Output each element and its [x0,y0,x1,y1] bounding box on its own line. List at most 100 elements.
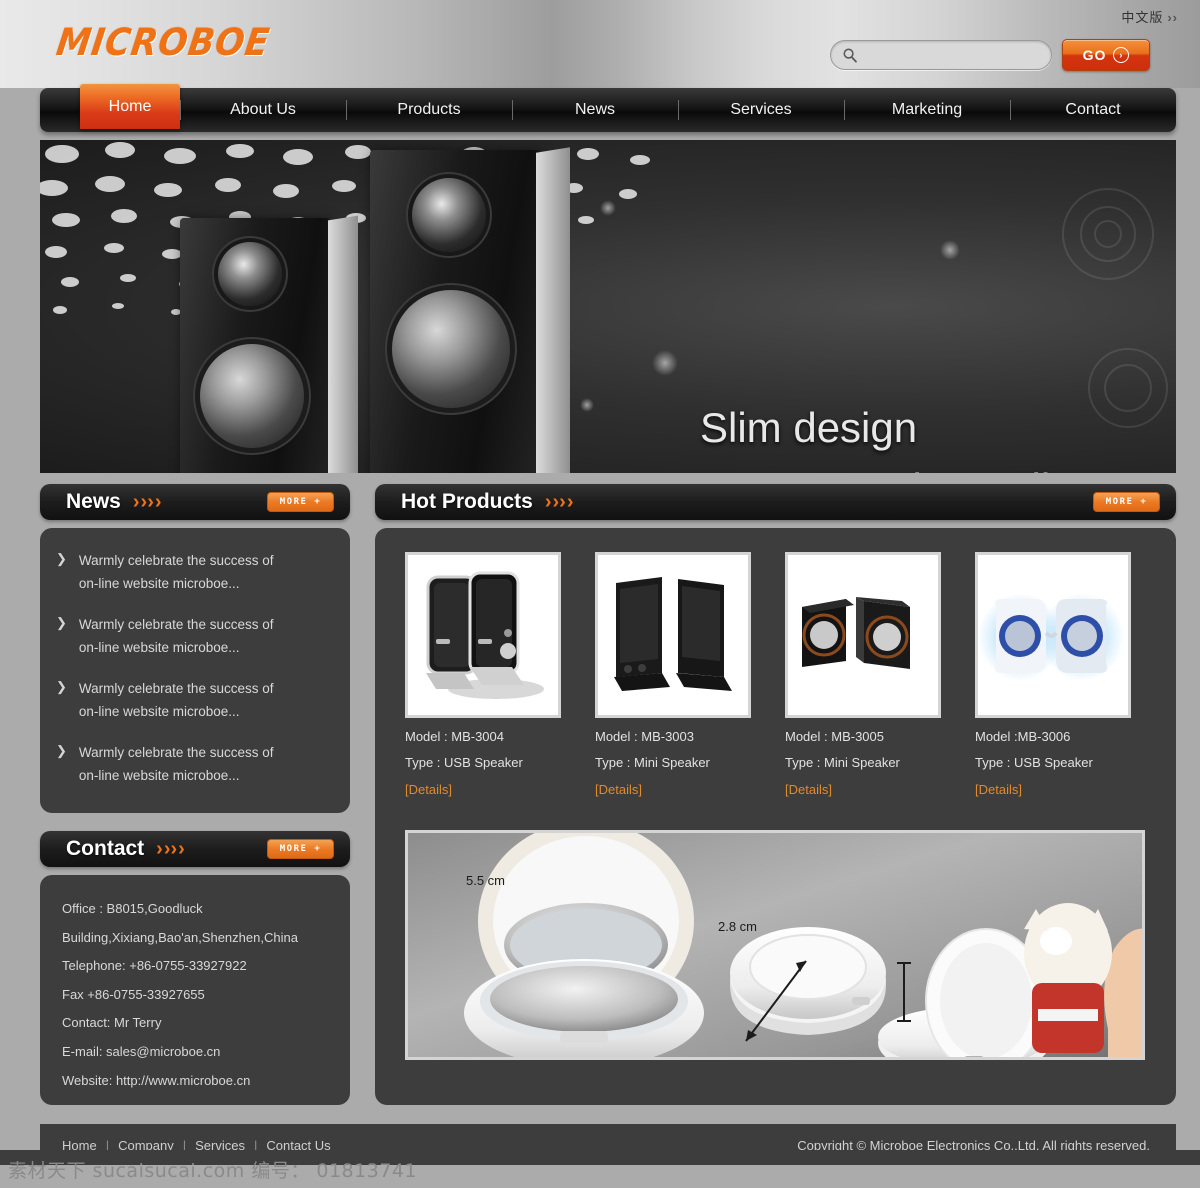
news-list: ❯ Warmly celebrate the success of on-line… [40,528,350,788]
hot-products-section-header: Hot Products › ›› › MORE + [375,484,1176,520]
banner-ring-3 [1094,220,1122,248]
nav-item-news[interactable]: News [512,88,678,132]
black-slim-speaker-pair-image [426,571,544,699]
arrow-right-icon: › [1113,47,1130,63]
news-item-text: Warmly celebrate the success of on-line w… [78,616,274,655]
language-switch-link[interactable]: 中文版 ›› [1121,7,1178,26]
promo-banner-image[interactable]: 5.5 cm 2.8 cm [405,830,1145,1060]
contact-title: Contact [66,837,145,860]
nav-item-home[interactable]: Home [80,84,180,129]
news-more-button[interactable]: MORE + [267,492,334,512]
banner-glow-3 [580,398,594,412]
contact-info-list: Office : B8015,Goodluck Building,Xixiang… [40,875,350,1115]
language-label: 中文版 [1121,10,1164,25]
hot-products-panel: Model : MB-3004 Type : USB Speaker [Deta… [375,528,1176,1105]
nav-item-marketing[interactable]: Marketing [844,88,1010,132]
nav-item-products[interactable]: Products [346,88,512,132]
product-thumbnail[interactable] [785,552,941,718]
product-type: Type : USB Speaker [975,755,1093,770]
site-logo[interactable]: MICROBOE [54,21,273,65]
news-item-text: Warmly celebrate the success of on-line w… [78,680,274,719]
product-card[interactable]: Model : MB-3004 Type : USB Speaker [Deta… [405,552,561,799]
product-grid: Model : MB-3004 Type : USB Speaker [Deta… [375,528,1176,799]
wave-arrows-icon: › ›› › [544,491,574,513]
top-bar: MICROBOE 中文版 ›› GO › [0,0,1200,88]
product-type: Type : Mini Speaker [785,755,900,770]
stock-site-watermark: 素材天下 sucaisucai.com 编号： 01813741 [0,1150,1200,1188]
news-title: News [66,490,121,513]
contact-more-button[interactable]: MORE + [267,839,334,859]
contact-panel: Office : B8015,Goodluck Building,Xixiang… [40,875,350,1105]
banner-glow-4 [940,240,960,260]
nav-item-contact[interactable]: Contact [1010,88,1176,132]
contact-section-header: Contact › ›› › MORE + [40,831,350,867]
chevron-right-icon: ›› [1167,10,1178,25]
go-label: GO [1082,47,1107,63]
product-thumbnail[interactable] [405,552,561,718]
banner-speaker-rear [370,147,570,473]
nav-item-about-us[interactable]: About Us [180,88,346,132]
white-blue-led-speaker-pair-image [978,593,1124,681]
news-section-header: News › ›› › MORE + [40,484,350,520]
contact-email[interactable]: E-mail: sales@microboe.cn [62,1038,328,1067]
search-icon [842,47,858,63]
search-input[interactable] [858,48,1051,62]
black-cube-speaker-pair-image [802,597,910,669]
chevron-right-icon: ❯ [56,551,67,566]
banner-ring-5 [1104,364,1152,412]
product-type: Type : USB Speaker [405,755,523,770]
product-model: Model : MB-3004 [405,729,504,744]
product-model: Model : MB-3005 [785,729,884,744]
news-list-item[interactable]: ❯ Warmly celebrate the success of on-line… [56,742,334,788]
product-card[interactable]: Model : MB-3003 Type : Mini Speaker [Det… [595,552,751,799]
product-type: Type : Mini Speaker [595,755,710,770]
product-thumbnail[interactable] [975,552,1131,718]
product-thumbnail[interactable] [595,552,751,718]
contact-telephone: Telephone: +86-0755-33927922 [62,958,247,974]
black-flat-panel-speaker-pair-image [614,577,732,691]
banner-headline-line1: Slim design [700,404,918,451]
page-root: MICROBOE 中文版 ›› GO › Home About Us Produc… [0,0,1200,1188]
news-panel: ❯ Warmly celebrate the success of on-line… [40,528,350,813]
search-go-button[interactable]: GO › [1062,39,1150,71]
round-compact-white-speaker-photos-image [408,833,1142,1057]
promo-width-dimension-label: 5.5 cm [466,873,506,888]
banner-speaker-front [180,215,358,473]
product-details-link[interactable]: [Details] [595,782,642,797]
wave-arrows-icon: › ›› › [132,491,162,513]
product-card[interactable]: Model :MB-3006 Type : USB Speaker [Detai… [975,552,1131,799]
search-box[interactable] [830,40,1052,70]
contact-website[interactable]: Website: http://www.microboe.cn [62,1067,328,1096]
banner-headline-line2: super-popular audio [700,459,1074,473]
product-card[interactable]: Model : MB-3005 Type : Mini Speaker [Det… [785,552,941,799]
news-list-item[interactable]: ❯ Warmly celebrate the success of on-line… [56,550,334,596]
news-list-item[interactable]: ❯ Warmly celebrate the success of on-line… [56,614,334,660]
hero-banner[interactable]: Slim design super-popular audio [40,140,1176,473]
nav-item-services[interactable]: Services [678,88,844,132]
chevron-right-icon: ❯ [56,678,67,694]
main-navigation: Home About Us Products News Services Mar… [40,84,1176,132]
hot-products-more-button[interactable]: MORE + [1093,492,1160,512]
contact-office-line2: Building,Xixiang,Bao'an,Shenzhen,China [62,929,298,945]
product-details-link[interactable]: [Details] [785,782,832,797]
news-item-text: Warmly celebrate the success of on-line w… [78,744,274,783]
chevron-right-icon: ❯ [56,742,67,758]
banner-glow-1 [600,200,616,216]
product-model: Model : MB-3003 [595,729,694,744]
contact-office-line1: Office : B8015,Goodluck [62,901,203,916]
hot-products-title: Hot Products [401,490,533,513]
chevron-right-icon: ❯ [56,614,67,630]
banner-headline: Slim design super-popular audio [700,398,1074,473]
promo-height-dimension-label: 2.8 cm [718,919,758,934]
contact-person: Contact: Mr Terry [62,1015,162,1031]
product-details-link[interactable]: [Details] [405,782,452,797]
product-details-link[interactable]: [Details] [975,782,1022,797]
contact-fax: Fax +86-0755-33927655 [62,986,205,1002]
nav-left-spacer [40,88,80,132]
banner-glow-2 [652,350,678,376]
product-model: Model :MB-3006 [975,729,1071,744]
news-item-text: Warmly celebrate the success of on-line w… [78,553,274,591]
wave-arrows-icon: › ›› › [156,838,185,860]
news-list-item[interactable]: ❯ Warmly celebrate the success of on-line… [56,678,334,724]
watermark-text: 素材天下 sucaisucai.com 编号： 01813741 [8,1159,418,1182]
